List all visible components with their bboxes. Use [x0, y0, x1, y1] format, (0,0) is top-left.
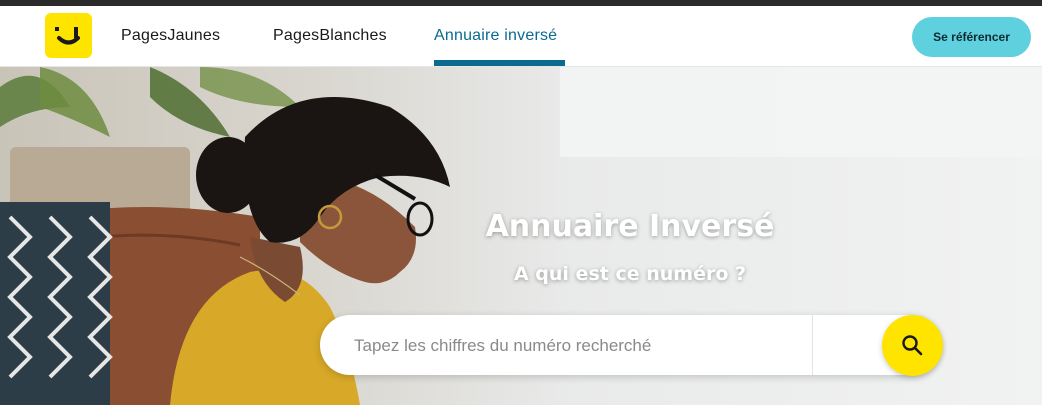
hero-banner: Annuaire Inversé A qui est ce numéro ? [0, 67, 1042, 405]
hero-subtitle: A qui est ce numéro ? [513, 263, 747, 285]
phone-number-search-input[interactable] [352, 315, 806, 377]
pagesjaunes-logo[interactable] [45, 13, 92, 58]
nav-pagesjaunes[interactable]: PagesJaunes [121, 6, 220, 66]
se-referencer-button[interactable]: Se référencer [912, 17, 1031, 57]
search-button[interactable] [882, 315, 943, 376]
active-tab-indicator [434, 60, 565, 66]
nav-annuaire-inverse[interactable]: Annuaire inversé [434, 6, 565, 66]
smile-logo-icon [55, 27, 80, 45]
search-icon [902, 335, 923, 356]
nav-pagesblanches[interactable]: PagesBlanches [273, 6, 387, 66]
hero-title: Annuaire Inversé [485, 209, 775, 244]
search-bar [320, 315, 940, 377]
nav-annuaire-inverse-label: Annuaire inversé [434, 27, 558, 44]
search-divider [812, 315, 813, 375]
site-header: PagesJaunes PagesBlanches Annuaire inver… [0, 6, 1042, 67]
